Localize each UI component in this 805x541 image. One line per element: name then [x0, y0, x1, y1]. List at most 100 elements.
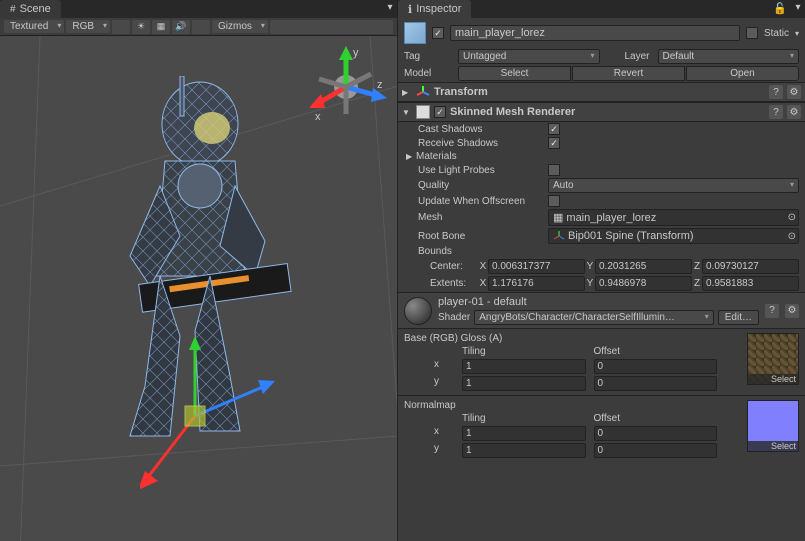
transform-icon	[416, 85, 430, 99]
center-y-field[interactable]: 0.2031265	[595, 259, 692, 274]
draw-mode-dropdown[interactable]: Textured	[4, 20, 64, 33]
cast-shadows-row: Cast Shadows ✓	[398, 122, 805, 136]
extents-y-field[interactable]: 0.9486978	[595, 276, 692, 291]
tag-layer-row: Tag Untagged Layer Default	[398, 48, 805, 65]
materials-foldout-icon[interactable]: ▶	[406, 152, 416, 161]
scene-skybox-toggle[interactable]: ▦	[152, 20, 170, 34]
normal-tiling-x[interactable]: 1	[462, 426, 586, 441]
cast-shadows-checkbox[interactable]: ✓	[548, 123, 560, 135]
static-dropdown-icon[interactable]: ▾	[795, 29, 799, 38]
light-probes-row: Use Light Probes	[398, 163, 805, 177]
update-offscreen-row: Update When Offscreen	[398, 194, 805, 208]
shader-edit-button[interactable]: Edit…	[718, 310, 759, 325]
smr-foldout-icon[interactable]: ▼	[402, 108, 412, 117]
quality-row: Quality Auto	[398, 177, 805, 194]
material-preview-icon[interactable]	[404, 297, 432, 325]
materials-row[interactable]: ▶ Materials	[398, 150, 805, 163]
bounds-label: Bounds	[418, 246, 548, 257]
static-checkbox[interactable]	[746, 27, 758, 39]
scene-viewport[interactable]: y z x	[0, 36, 397, 541]
orientation-gizmo[interactable]: y z x	[303, 44, 389, 130]
material-header[interactable]: player-01 - default Shader AngryBots/Cha…	[398, 292, 805, 328]
normal-texture-title: Normalmap	[404, 400, 747, 411]
gameobject-name-field[interactable]: main_player_lorez	[450, 25, 740, 41]
model-revert-button[interactable]: Revert	[572, 66, 685, 81]
gizmos-dropdown[interactable]: Gizmos	[212, 20, 268, 33]
layer-label: Layer	[604, 51, 654, 62]
normal-offset-x[interactable]: 0	[594, 426, 718, 441]
scene-audio-toggle[interactable]: 🔊	[172, 20, 190, 34]
scene-tab-bar: # Scene ▾	[0, 0, 397, 18]
update-offscreen-checkbox[interactable]	[548, 195, 560, 207]
normal-texture-thumb[interactable]: Select	[747, 400, 799, 452]
scene-tab[interactable]: # Scene	[0, 0, 61, 18]
base-offset-x[interactable]: 0	[594, 359, 718, 374]
tiling-header: Tiling	[462, 413, 586, 424]
transform-help-icon[interactable]: ?	[769, 85, 783, 99]
inspector-tab[interactable]: ℹ Inspector	[398, 0, 471, 18]
bounds-row: Bounds	[398, 245, 805, 258]
normal-texture-select[interactable]: Select	[748, 441, 798, 451]
base-texture-select[interactable]: Select	[748, 374, 798, 384]
quality-dropdown[interactable]: Auto	[548, 178, 799, 193]
center-z-field[interactable]: 0.09730127	[702, 259, 799, 274]
transform-component-header[interactable]: ▶ Transform ? ⚙	[398, 82, 805, 102]
extents-x-field[interactable]: 1.176176	[488, 276, 585, 291]
model-buttons: Select Revert Open	[458, 66, 799, 81]
base-offset-y[interactable]: 0	[594, 376, 718, 391]
base-tiling-y[interactable]: 1	[462, 376, 586, 391]
tag-dropdown[interactable]: Untagged	[458, 49, 600, 64]
gameobject-enabled-checkbox[interactable]: ✓	[432, 27, 444, 39]
light-probes-label: Use Light Probes	[418, 165, 548, 176]
model-select-button[interactable]: Select	[458, 66, 571, 81]
extents-label: Extents:	[430, 278, 478, 289]
receive-shadows-checkbox[interactable]: ✓	[548, 137, 560, 149]
light-probes-checkbox[interactable]	[548, 164, 560, 176]
transform-gear-icon[interactable]: ⚙	[787, 85, 801, 99]
y-label: y	[434, 376, 454, 391]
y-label: Y	[585, 261, 595, 272]
z-label: Z	[692, 278, 702, 289]
scene-fx-toggle[interactable]	[192, 20, 210, 34]
y-label: Y	[585, 278, 595, 289]
scene-search-button[interactable]	[270, 20, 393, 34]
inspector-panel: ℹ Inspector 🔓 ▾ ✓ main_player_lorez Stat…	[398, 0, 805, 541]
lock-icon[interactable]: 🔓	[769, 0, 791, 18]
material-name: player-01 - default	[438, 296, 759, 308]
gameobject-icon[interactable]	[404, 22, 426, 44]
mesh-object-field[interactable]: ▦main_player_lorez	[548, 209, 799, 226]
material-help-icon[interactable]: ?	[765, 304, 779, 318]
model-open-button[interactable]: Open	[686, 66, 799, 81]
material-section: player-01 - default Shader AngryBots/Cha…	[398, 292, 805, 462]
shader-dropdown[interactable]: AngryBots/Character/CharacterSelfIllumin…	[474, 310, 714, 325]
root-bone-object-field[interactable]: Bip001 Spine (Transform)	[548, 228, 799, 244]
x-label: X	[478, 261, 488, 272]
smr-component-header[interactable]: ▼ ✓ Skinned Mesh Renderer ? ⚙	[398, 102, 805, 122]
normal-tiling-y[interactable]: 1	[462, 443, 586, 458]
extents-z-field[interactable]: 0.9581883	[702, 276, 799, 291]
layer-dropdown[interactable]: Default	[658, 49, 800, 64]
center-x-field[interactable]: 0.006317377	[488, 259, 585, 274]
render-mode-dropdown[interactable]: RGB	[66, 20, 110, 33]
base-texture-thumb[interactable]: Select	[747, 333, 799, 385]
base-tiling-x[interactable]: 1	[462, 359, 586, 374]
smr-enabled-checkbox[interactable]: ✓	[434, 106, 446, 118]
tag-label: Tag	[404, 51, 454, 62]
smr-help-icon[interactable]: ?	[769, 105, 783, 119]
svg-text:x: x	[315, 111, 321, 123]
x-label: x	[434, 426, 454, 441]
svg-text:y: y	[353, 47, 359, 59]
normal-offset-y[interactable]: 0	[594, 443, 718, 458]
scene-panel-menu-icon[interactable]: ▾	[383, 0, 397, 14]
smr-gear-icon[interactable]: ⚙	[787, 105, 801, 119]
scene-light-toggle[interactable]: ☀	[132, 20, 150, 34]
move-gizmo[interactable]	[140, 336, 290, 506]
scene-2d-toggle[interactable]	[112, 20, 130, 34]
transform-foldout-icon[interactable]: ▶	[402, 88, 412, 97]
root-bone-value: Bip001 Spine (Transform)	[568, 230, 694, 242]
material-gear-icon[interactable]: ⚙	[785, 304, 799, 318]
inspector-panel-menu-icon[interactable]: ▾	[791, 0, 805, 14]
quality-label: Quality	[418, 180, 548, 191]
materials-label: Materials	[416, 151, 546, 162]
root-bone-row: Root Bone Bip001 Spine (Transform)	[398, 227, 805, 245]
